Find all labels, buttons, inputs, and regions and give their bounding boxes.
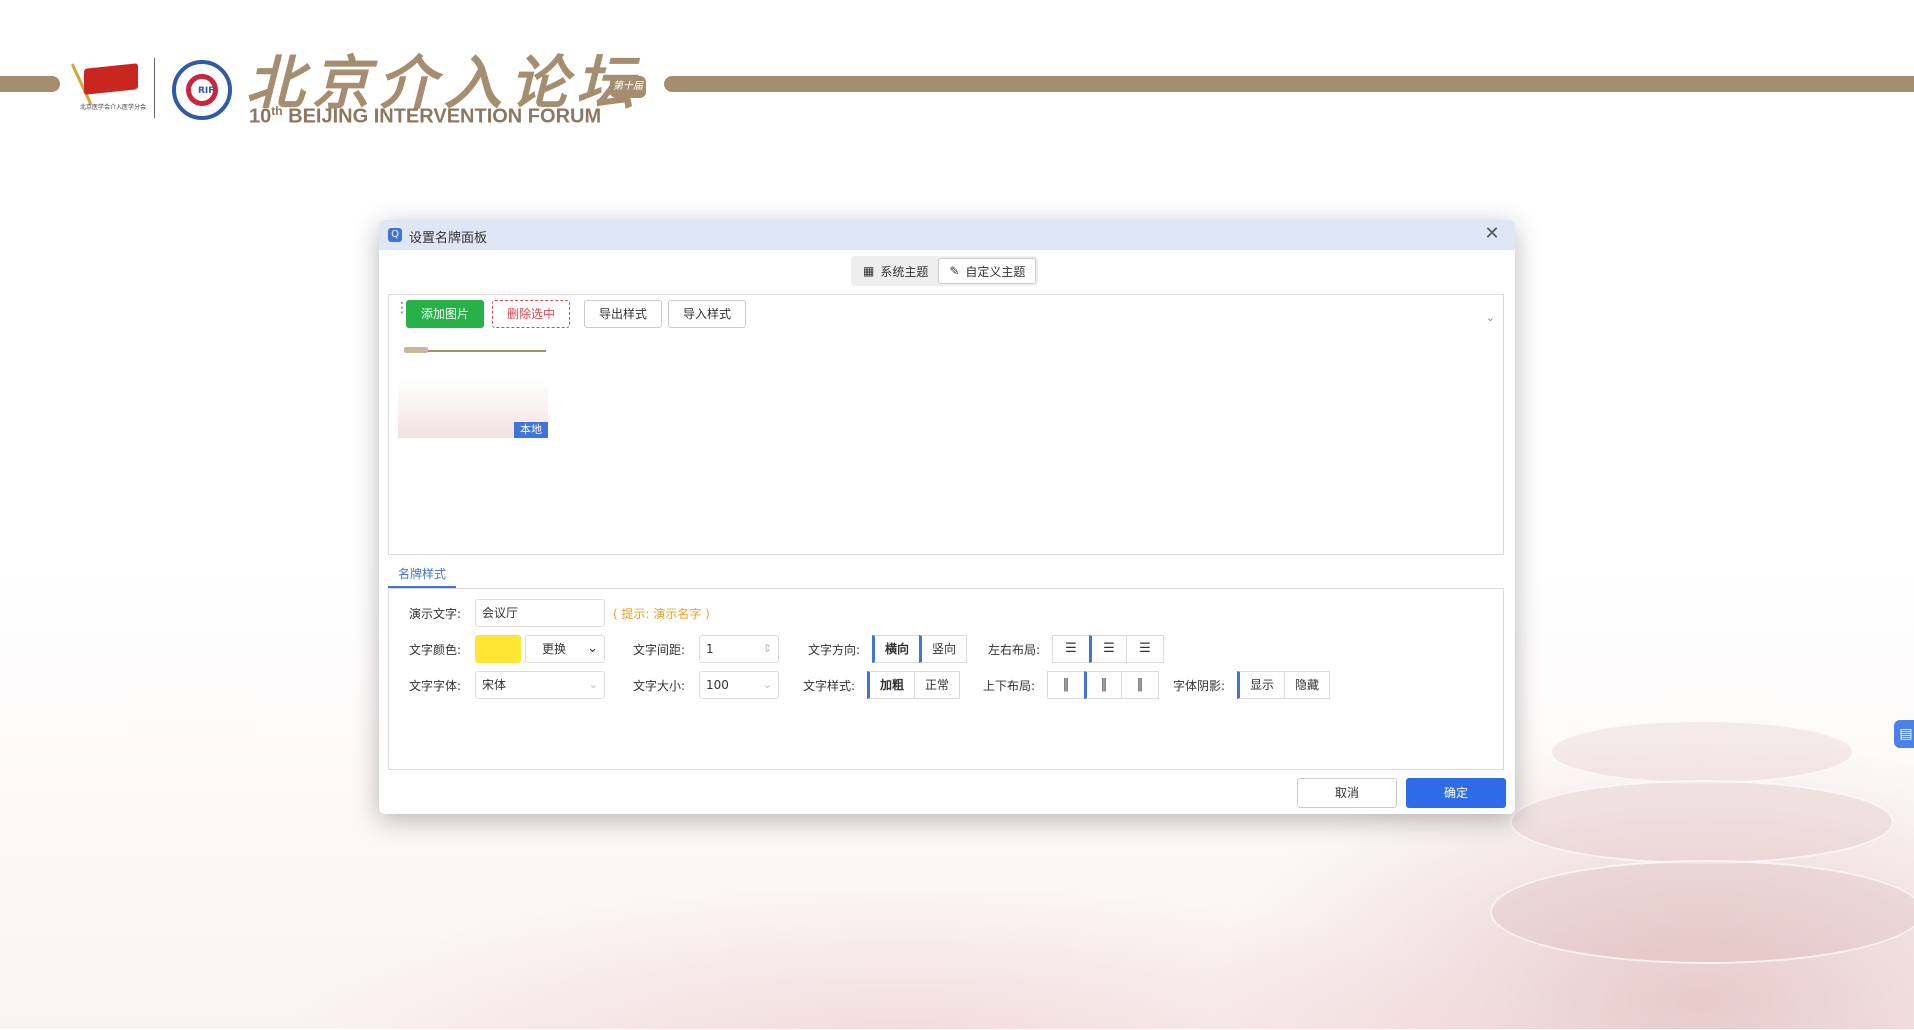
align-right-icon[interactable]: ☰ <box>1126 635 1164 663</box>
delete-selected-button[interactable]: 删除选中 <box>492 300 571 328</box>
align-center-icon[interactable]: ☰ <box>1089 635 1127 663</box>
vertical-layout-label: 上下布局: <box>983 679 1036 693</box>
text-color-swatch[interactable] <box>475 635 521 663</box>
chevron-down-icon: ⌄ <box>588 678 598 691</box>
dialog-titlebar: Q 设置名牌面板 ✕ <box>379 220 1515 250</box>
vertical-layout-group: ‖ ‖ ‖ <box>1047 671 1159 699</box>
stepper-icon[interactable]: ⇕ <box>763 636 772 662</box>
logo-divider <box>154 58 155 118</box>
floating-side-button[interactable]: ▤ <box>1894 720 1914 748</box>
change-color-dropdown[interactable]: 更换 ⌄ <box>525 635 605 663</box>
demo-text-label: 演示文字: <box>409 607 462 621</box>
style-bold-button[interactable]: 加粗 <box>867 671 916 699</box>
dialog-title: 设置名牌面板 <box>409 231 488 246</box>
theme-toggle: ▦ 系统主题 ✎ 自定义主题 <box>851 256 1039 286</box>
font-size-select[interactable]: 100 ⌄ <box>699 671 779 699</box>
direction-vertical-button[interactable]: 竖向 <box>919 635 968 663</box>
letter-spacing-input[interactable]: 1 ⇕ <box>699 635 779 663</box>
nameplate-settings-dialog: Q 设置名牌面板 ✕ ▦ 系统主题 ✎ 自定义主题 ⋮ 添加图片 删除选中 导出… <box>379 220 1515 814</box>
association-logo: 北京医学会介入医学分会 <box>70 58 146 116</box>
text-direction-group: 横向 竖向 <box>872 635 968 663</box>
horizontal-layout-label: 左右布局: <box>988 643 1041 657</box>
tab-nameplate-style[interactable]: 名牌样式 <box>388 562 456 588</box>
text-color-label: 文字颜色: <box>409 643 462 657</box>
export-style-button[interactable]: 导出样式 <box>584 300 663 328</box>
add-image-button[interactable]: 添加图片 <box>406 300 485 328</box>
drag-handle-icon[interactable]: ⋮ <box>395 301 409 323</box>
demo-text-input[interactable]: 会议厅 <box>475 599 605 627</box>
font-shadow-group: 显示 隐藏 <box>1237 671 1331 699</box>
chevron-down-icon: ⌄ <box>587 641 598 656</box>
tab-system-theme[interactable]: ▦ 系统主题 <box>853 258 938 284</box>
background-thumbnail[interactable]: 本地 <box>398 342 548 438</box>
style-form: 演示文字: 会议厅 ( 提示: 演示名字 ) 文字颜色: 更换 ⌄ 文字间距: … <box>388 588 1504 770</box>
shadow-hide-button[interactable]: 隐藏 <box>1284 671 1331 699</box>
letter-spacing-label: 文字间距: <box>633 643 686 657</box>
cancel-button[interactable]: 取消 <box>1297 778 1397 808</box>
horizontal-layout-group: ☰ ☰ ☰ <box>1052 635 1164 663</box>
image-panel: ⋮ 添加图片 删除选中 导出样式 导入样式 ⌄ 本地 <box>388 294 1504 555</box>
header-band-right <box>664 76 1914 92</box>
forum-seal: 第十届 <box>610 76 646 98</box>
align-middle-icon[interactable]: ‖ <box>1084 671 1122 699</box>
font-label: 文字字体: <box>409 679 462 693</box>
dialog-footer: 取消 确定 <box>379 776 1515 814</box>
chevron-down-icon[interactable]: ⌄ <box>1486 311 1495 324</box>
pencil-icon: ✎ <box>949 264 960 278</box>
align-top-icon[interactable]: ‖ <box>1047 671 1085 699</box>
import-style-button[interactable]: 导入样式 <box>668 300 747 328</box>
confirm-button[interactable]: 确定 <box>1406 778 1506 808</box>
align-bottom-icon[interactable]: ‖ <box>1121 671 1159 699</box>
monitor-icon: ▦ <box>863 264 875 278</box>
text-direction-label: 文字方向: <box>808 643 861 657</box>
rif-logo: RIF <box>172 60 232 120</box>
forum-subtitle: 10th BEIJING INTERVENTION FORUM <box>249 104 602 128</box>
chevron-down-icon: ⌄ <box>762 678 772 691</box>
local-badge: 本地 <box>514 422 548 438</box>
close-icon[interactable]: ✕ <box>1481 223 1503 245</box>
font-size-label: 文字大小: <box>633 679 686 693</box>
style-normal-button[interactable]: 正常 <box>914 671 961 699</box>
font-style-group: 加粗 正常 <box>867 671 961 699</box>
font-shadow-label: 字体阴影: <box>1173 679 1226 693</box>
temple-watermark <box>1490 700 1914 1030</box>
align-left-icon[interactable]: ☰ <box>1052 635 1090 663</box>
header-band-left <box>0 76 60 92</box>
font-style-label: 文字样式: <box>803 679 856 693</box>
direction-horizontal-button[interactable]: 横向 <box>872 635 921 663</box>
app-icon: Q <box>388 228 402 242</box>
demo-text-hint: ( 提示: 演示名字 ) <box>613 607 710 621</box>
tab-custom-theme[interactable]: ✎ 自定义主题 <box>938 258 1037 284</box>
shadow-show-button[interactable]: 显示 <box>1237 671 1286 699</box>
font-select[interactable]: 宋体 ⌄ <box>475 671 605 699</box>
